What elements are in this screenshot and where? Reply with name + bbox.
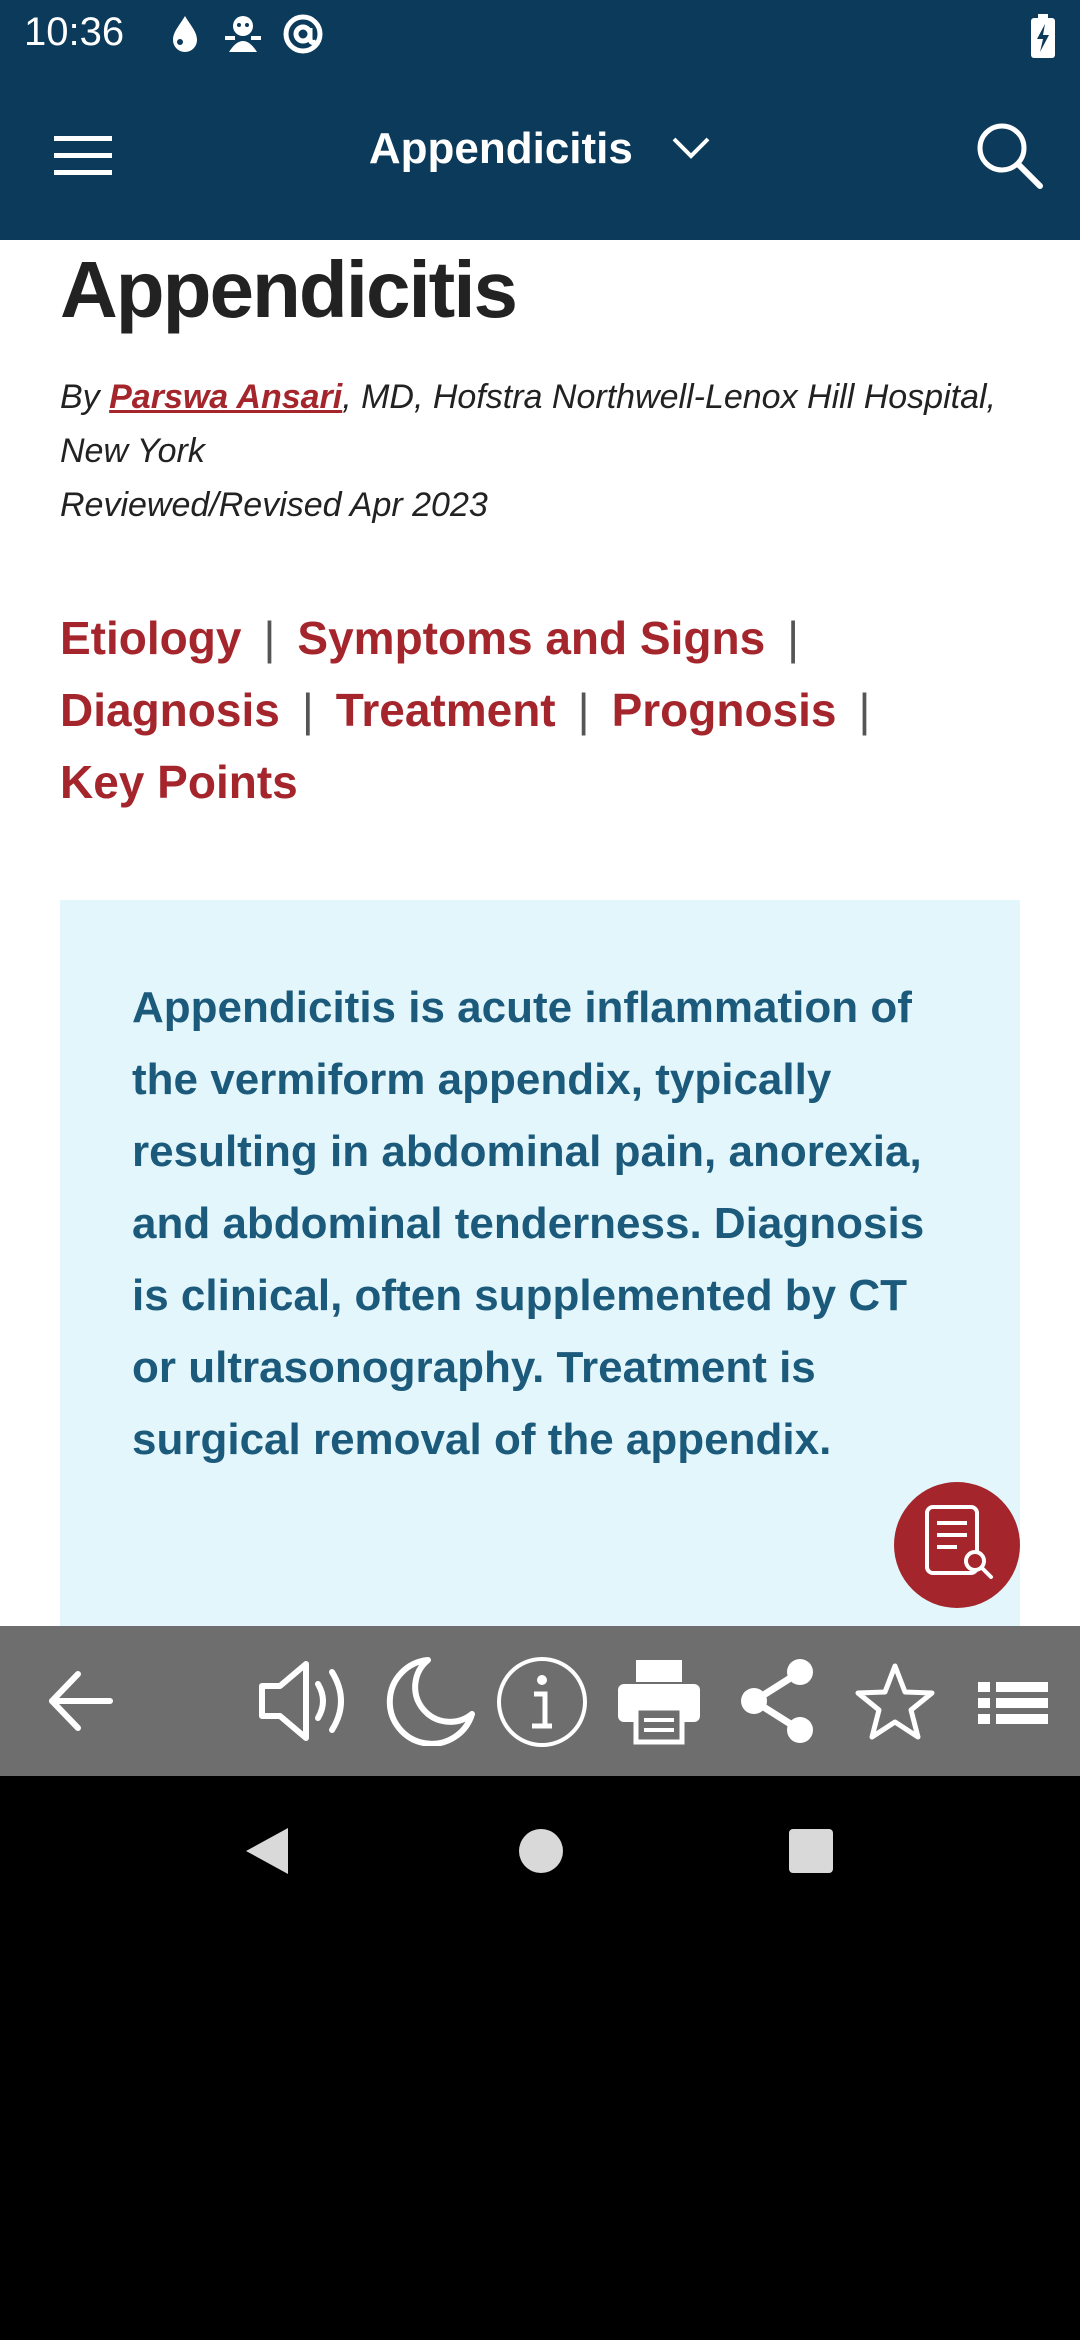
section-link-etiology[interactable]: Etiology xyxy=(60,612,241,664)
section-link-treatment[interactable]: Treatment xyxy=(336,684,556,736)
share-icon[interactable] xyxy=(738,1656,818,1751)
link-separator: | xyxy=(301,684,314,736)
app-bar-title: Appendicitis xyxy=(368,124,633,173)
bottom-toolbar xyxy=(0,1626,1080,1776)
at-sign-icon xyxy=(281,12,325,56)
search-icon[interactable] xyxy=(974,120,1044,195)
reviewed-date: Reviewed/Revised Apr 2023 xyxy=(60,486,488,524)
section-link-symptoms[interactable]: Symptoms and Signs xyxy=(297,612,765,664)
info-icon[interactable] xyxy=(494,1656,590,1753)
section-link-prognosis[interactable]: Prognosis xyxy=(612,684,837,736)
water-drop-icon xyxy=(165,12,205,56)
summary-text: Appendicitis is acute inflammation of th… xyxy=(132,983,925,1464)
link-separator: | xyxy=(263,612,276,664)
author-link[interactable]: Parswa Ansari xyxy=(109,378,342,416)
status-time: 10:36 xyxy=(24,10,125,54)
mascot-icon xyxy=(221,12,265,56)
speaker-icon[interactable] xyxy=(256,1656,356,1751)
link-separator: | xyxy=(577,684,590,736)
section-links: Etiology | Symptoms and Signs | Diagnosis | T… xyxy=(60,602,960,818)
byline: By Parswa Ansari, MD, Hofstra Northwell-… xyxy=(60,370,1040,532)
chevron-down-icon xyxy=(671,121,711,171)
article-content: Appendicitis By Parswa Ansari, MD, Hofst… xyxy=(0,240,1080,1626)
favorite-star-icon[interactable] xyxy=(854,1656,936,1751)
topic-selector[interactable]: Appendicitis xyxy=(0,124,1080,174)
night-mode-icon[interactable] xyxy=(376,1656,476,1751)
document-search-icon xyxy=(919,1503,995,1588)
nav-home-icon[interactable] xyxy=(518,1826,564,1881)
status-bar: 10:36 xyxy=(0,0,1080,72)
document-search-button[interactable] xyxy=(894,1482,1020,1608)
status-icons xyxy=(165,12,325,56)
link-separator: | xyxy=(787,612,800,664)
nav-recents-icon[interactable] xyxy=(788,1826,834,1881)
page-title: Appendicitis xyxy=(60,245,518,334)
list-icon[interactable] xyxy=(976,1656,1050,1751)
back-arrow-icon[interactable] xyxy=(44,1656,116,1751)
system-nav-bar xyxy=(0,1776,1080,1916)
section-link-diagnosis[interactable]: Diagnosis xyxy=(60,684,280,736)
section-link-key-points[interactable]: Key Points xyxy=(60,756,298,808)
link-separator: | xyxy=(858,684,871,736)
app-bar: Appendicitis xyxy=(0,72,1080,240)
byline-prefix: By xyxy=(60,378,110,416)
battery-charging-icon xyxy=(1030,14,1056,63)
nav-back-icon[interactable] xyxy=(244,1826,290,1881)
summary-box: Appendicitis is acute inflammation of th… xyxy=(60,900,1020,1626)
print-icon[interactable] xyxy=(614,1656,704,1751)
